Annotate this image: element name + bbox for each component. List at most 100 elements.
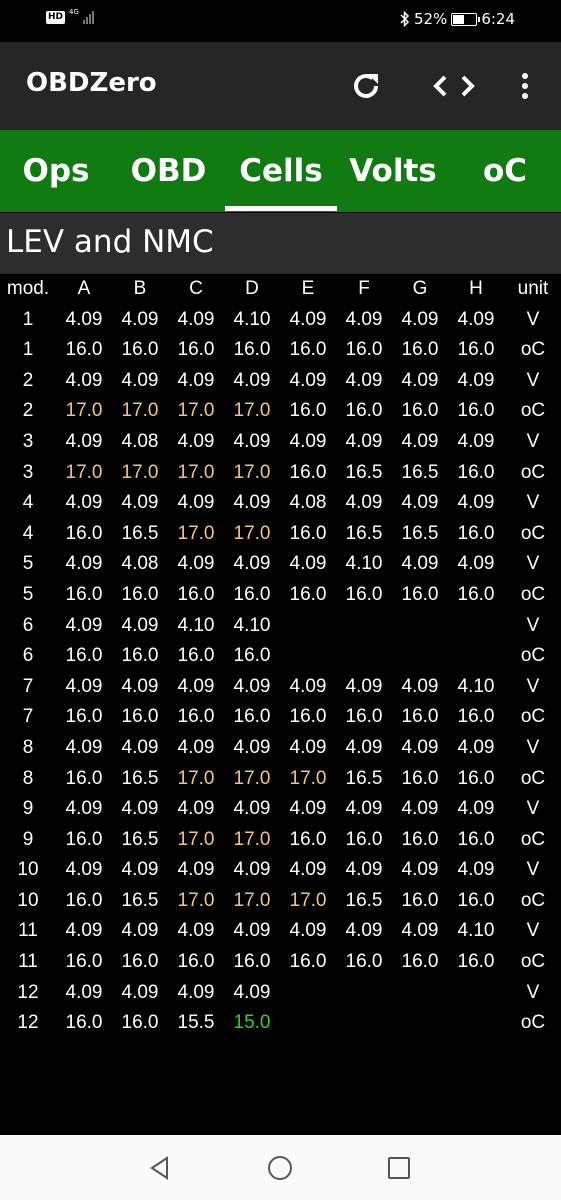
cell-value: 4.09 bbox=[121, 675, 159, 697]
cell-value: 4.09 bbox=[345, 798, 383, 820]
cell-value: 4.09 bbox=[65, 798, 103, 820]
table-row: 7 16.0 16.0 16.0 16.0 16.0 16.0 16.0 16.0 oC bbox=[0, 702, 561, 733]
cell-value: 4.09 bbox=[401, 798, 439, 820]
cell-value: 4.09 bbox=[289, 736, 327, 758]
cell-value: 17.0 bbox=[289, 889, 327, 911]
cell-value: 16.0 bbox=[121, 583, 159, 605]
cell-value: 16.0 bbox=[457, 583, 495, 605]
cell-value: 16.0 bbox=[345, 951, 383, 973]
cell-value: 16.0 bbox=[457, 951, 495, 973]
cell-value: 16.0 bbox=[345, 400, 383, 422]
cell-value: 16.0 bbox=[457, 461, 495, 483]
more-options-button[interactable] bbox=[510, 64, 540, 108]
code-button[interactable] bbox=[430, 64, 478, 108]
module-number: 11 bbox=[18, 920, 38, 942]
unit-label: oC bbox=[520, 828, 546, 850]
cell-value: 16.0 bbox=[233, 339, 271, 361]
cell-value: 4.09 bbox=[65, 430, 103, 452]
cell-value: 4.09 bbox=[65, 859, 103, 881]
cell-value: 4.09 bbox=[177, 675, 215, 697]
tab-oc[interactable]: oC bbox=[449, 130, 561, 212]
column-header: F bbox=[358, 278, 370, 299]
signal-icon bbox=[82, 10, 94, 24]
unit-label: oC bbox=[520, 645, 546, 667]
cell-value: 16.5 bbox=[121, 522, 159, 544]
navigation-bar bbox=[0, 1135, 561, 1200]
module-number: 7 bbox=[22, 675, 34, 697]
cell-value: 4.09 bbox=[401, 736, 439, 758]
recents-button[interactable] bbox=[384, 1153, 414, 1183]
cell-value: 4.09 bbox=[401, 308, 439, 330]
cell-value: 4.09 bbox=[233, 920, 271, 942]
home-button[interactable] bbox=[265, 1153, 295, 1183]
cell-value: 16.0 bbox=[65, 951, 103, 973]
cell-value bbox=[392, 1008, 448, 1039]
cell-value: 17.0 bbox=[233, 400, 271, 422]
back-button[interactable] bbox=[145, 1153, 175, 1183]
module-number: 6 bbox=[22, 645, 34, 667]
column-header: G bbox=[412, 278, 428, 299]
module-number: 10 bbox=[17, 859, 39, 881]
cell-value: 4.09 bbox=[177, 981, 215, 1003]
battery-icon bbox=[451, 12, 481, 26]
cell-value: 4.09 bbox=[121, 492, 159, 514]
cell-value: 4.09 bbox=[65, 614, 103, 636]
cell-value: 4.09 bbox=[121, 369, 159, 391]
battery-percent: 52% bbox=[413, 10, 448, 28]
cell-value: 4.09 bbox=[289, 859, 327, 881]
cell-value: 4.09 bbox=[65, 981, 103, 1003]
cell-value: 4.09 bbox=[401, 430, 439, 452]
cell-value: 4.09 bbox=[345, 736, 383, 758]
cell-value: 16.0 bbox=[457, 889, 495, 911]
cell-value bbox=[448, 978, 504, 1009]
cell-value: 16.0 bbox=[457, 706, 495, 728]
cell-value: 16.5 bbox=[401, 522, 439, 544]
cell-value: 16.0 bbox=[177, 951, 215, 973]
module-number: 7 bbox=[22, 706, 34, 728]
cell-value: 4.09 bbox=[401, 859, 439, 881]
tab-volts[interactable]: Volts bbox=[337, 130, 449, 212]
cell-value: 4.09 bbox=[233, 859, 271, 881]
cell-value bbox=[280, 1008, 336, 1039]
cell-value: 4.09 bbox=[289, 920, 327, 942]
cell-value: 17.0 bbox=[65, 461, 103, 483]
cell-value: 4.09 bbox=[289, 369, 327, 391]
cell-value: 16.0 bbox=[65, 339, 103, 361]
tab-cells[interactable]: Cells bbox=[225, 130, 337, 212]
unit-label: oC bbox=[520, 400, 546, 422]
cell-value: 4.09 bbox=[289, 553, 327, 575]
cell-value: 16.5 bbox=[121, 828, 159, 850]
module-number: 9 bbox=[22, 828, 34, 850]
tab-ops[interactable]: Ops bbox=[0, 130, 112, 212]
tab-obd[interactable]: OBD bbox=[112, 130, 225, 212]
cell-value: 4.09 bbox=[177, 859, 215, 881]
cell-value: 4.09 bbox=[233, 736, 271, 758]
module-number: 10 bbox=[17, 889, 39, 911]
cell-value: 4.09 bbox=[65, 675, 103, 697]
cell-value: 4.09 bbox=[401, 369, 439, 391]
table-row: 10 16.0 16.5 17.0 17.0 17.0 16.5 16.0 16.0 oC bbox=[0, 886, 561, 917]
cell-value: 17.0 bbox=[177, 400, 215, 422]
module-number: 1 bbox=[22, 308, 34, 330]
refresh-button[interactable] bbox=[344, 64, 388, 108]
unit-label: V bbox=[526, 981, 540, 1003]
cell-value bbox=[336, 611, 392, 642]
cell-value bbox=[448, 611, 504, 642]
cell-value: 4.09 bbox=[457, 308, 495, 330]
module-number: 2 bbox=[22, 400, 34, 422]
cell-value: 16.0 bbox=[65, 889, 103, 911]
cell-value: 4.09 bbox=[345, 675, 383, 697]
table-row: 1 16.0 16.0 16.0 16.0 16.0 16.0 16.0 16.0 oC bbox=[0, 335, 561, 366]
cell-value: 4.09 bbox=[177, 369, 215, 391]
module-number: 3 bbox=[22, 430, 34, 452]
cell-value: 16.0 bbox=[65, 828, 103, 850]
table-row: 5 4.09 4.08 4.09 4.09 4.09 4.10 4.09 4.09 V bbox=[0, 549, 561, 580]
clock: 6:24 bbox=[481, 10, 515, 28]
table-row: 1 4.09 4.09 4.09 4.10 4.09 4.09 4.09 4.09 V bbox=[0, 305, 561, 336]
table-header-row: mod. A B C D E F G Hunit bbox=[0, 274, 561, 305]
cell-value bbox=[392, 978, 448, 1009]
cell-value: 17.0 bbox=[233, 461, 271, 483]
cell-value: 15.5 bbox=[177, 1012, 215, 1034]
cell-value: 17.0 bbox=[233, 889, 271, 911]
cell-value: 4.09 bbox=[457, 430, 495, 452]
